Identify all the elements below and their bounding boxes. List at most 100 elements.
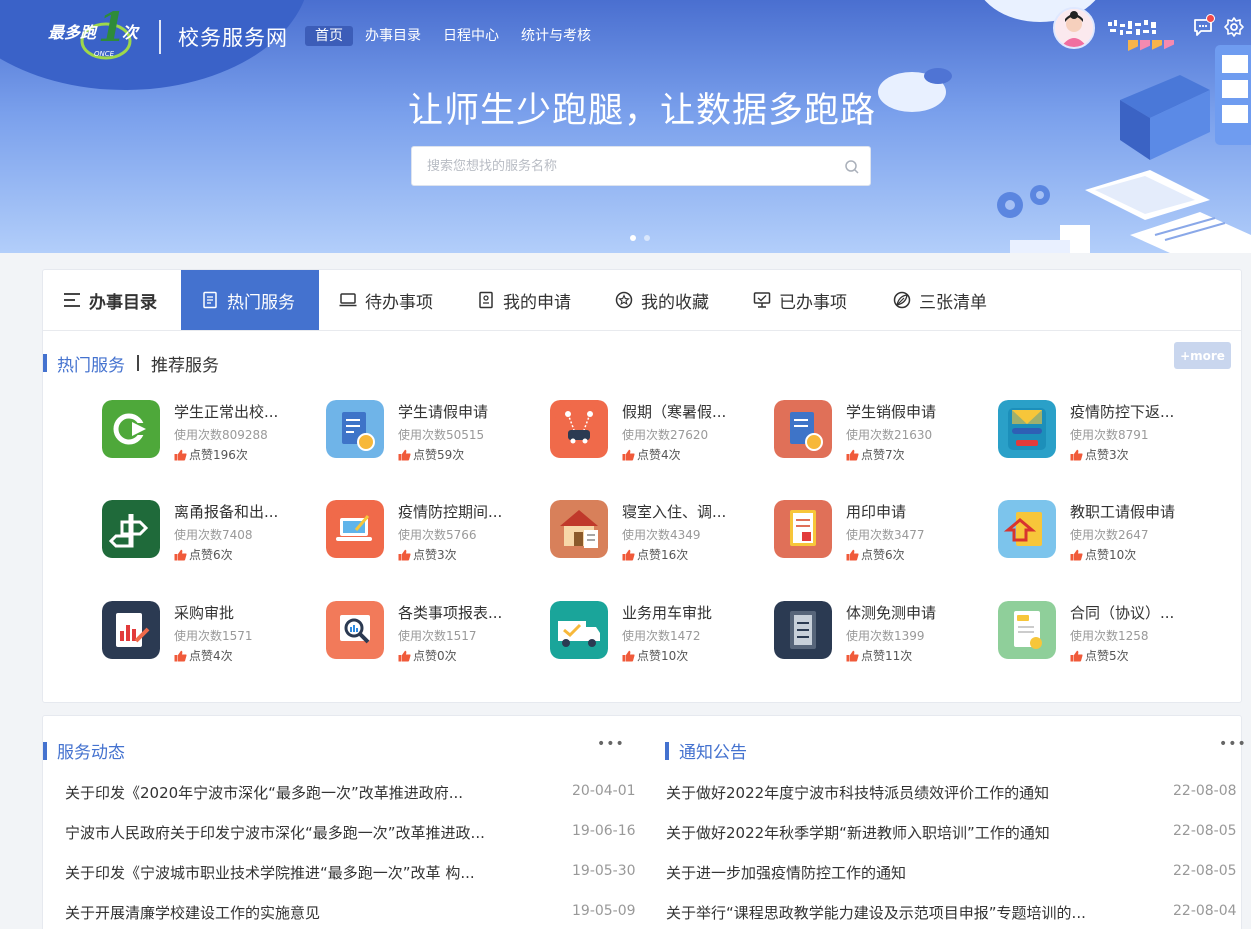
news-item[interactable]: 宁波市人民政府关于印发宁波市深化“最多跑一次”改革推进政... — [65, 822, 485, 843]
message-badge — [1206, 14, 1215, 23]
service-likes-text: 点赞0次 — [413, 649, 457, 663]
service-item[interactable]: 离甬报备和出... 使用次数7408 点赞6次 — [102, 500, 322, 562]
thumb-up-icon — [398, 449, 411, 460]
tab-catalog-label: 办事目录 — [89, 292, 157, 313]
star-icon — [615, 291, 633, 309]
notice-date: 22-08-05 — [1173, 823, 1237, 839]
news-panel: 服务动态 ••• 关于印发《2020年宁波市深化“最多跑一次”改革推进政府...… — [42, 715, 1246, 929]
service-likes-text: 点赞10次 — [1085, 548, 1137, 562]
seal-document-icon — [774, 500, 832, 558]
service-name: 各类事项报表... — [398, 604, 503, 622]
notice-item[interactable]: 关于举行“课程思政教学能力建设及示范项目申报”专题培训的... — [666, 902, 1086, 923]
thumb-up-icon — [622, 549, 635, 560]
service-name: 用印申请 — [846, 503, 907, 521]
news-date: 20-04-01 — [572, 783, 636, 799]
notice-more[interactable]: ••• — [1219, 736, 1247, 752]
notice-item[interactable]: 关于做好2022年秋季学期“新进教师入职培训”工作的通知 — [666, 822, 1050, 843]
service-likes-text: 点赞4次 — [189, 649, 233, 663]
service-item[interactable]: 业务用车审批 使用次数1472 点赞10次 — [550, 601, 770, 663]
service-likes: 点赞5次 — [1070, 647, 1129, 664]
service-name: 假期（寒暑假... — [622, 403, 727, 421]
tab-favorites[interactable]: 我的收藏 — [595, 270, 733, 330]
tab-my-applications-label: 我的申请 — [503, 292, 571, 313]
service-usage: 使用次数7408 — [174, 528, 253, 542]
service-item[interactable]: 教职工请假申请 使用次数2647 点赞10次 — [998, 500, 1218, 562]
user-name-mosaic[interactable] — [1108, 20, 1158, 36]
news-date: 19-05-30 — [572, 863, 636, 879]
search-icon[interactable] — [844, 159, 860, 175]
service-item[interactable]: 学生正常出校... 使用次数809288 点赞196次 — [102, 400, 322, 462]
notice-item[interactable]: 关于进一步加强疫情防控工作的通知 — [666, 862, 906, 883]
service-likes: 点赞16次 — [622, 546, 688, 563]
sub-tab-recommended[interactable]: 推荐服务 — [151, 351, 219, 376]
site-title: 校务服务网 — [178, 26, 288, 50]
service-usage: 使用次数1472 — [622, 629, 701, 643]
gear-icon[interactable] — [1223, 16, 1245, 38]
tab-todo[interactable]: 待办事项 — [319, 270, 457, 330]
service-likes-text: 点赞59次 — [413, 448, 465, 462]
tab-hot-services[interactable]: 热门服务 — [181, 270, 319, 330]
thumb-up-icon — [398, 650, 411, 661]
nav-statistics[interactable]: 统计与考核 — [511, 26, 601, 46]
service-likes: 点赞10次 — [622, 647, 688, 664]
main-nav: 首页 办事目录 日程中心 统计与考核 — [305, 26, 603, 46]
service-item[interactable]: 用印申请 使用次数3477 点赞6次 — [774, 500, 994, 562]
service-news-title: 服务动态 — [57, 743, 125, 763]
logo-text-left: 最多跑 — [48, 23, 98, 42]
news-item[interactable]: 关于开展清廉学校建设工作的实施意见 — [65, 902, 320, 923]
service-likes: 点赞11次 — [846, 647, 912, 664]
service-usage: 使用次数1399 — [846, 629, 925, 643]
menu-icon — [64, 293, 80, 307]
carousel-dot-1[interactable] — [630, 235, 636, 241]
service-likes-text: 点赞5次 — [1085, 649, 1129, 663]
search-input[interactable] — [412, 147, 832, 185]
service-item[interactable]: 假期（寒暑假... 使用次数27620 点赞4次 — [550, 400, 770, 462]
service-likes-text: 点赞10次 — [637, 649, 689, 663]
service-item[interactable]: 疫情防控期间... 使用次数5766 点赞3次 — [326, 500, 546, 562]
service-item[interactable]: 学生请假申请 使用次数50515 点赞59次 — [326, 400, 546, 462]
notice-item[interactable]: 关于做好2022年度宁波市科技特派员绩效评价工作的通知 — [666, 782, 1049, 803]
service-panel: 办事目录 热门服务 待办事项 我的申请 我的收藏 已办事项 三张清单 热门服务 — [42, 269, 1242, 703]
tab-done[interactable]: 已办事项 — [733, 270, 873, 330]
service-item[interactable]: 疫情防控下返... 使用次数8791 点赞3次 — [998, 400, 1218, 462]
dorm-house-icon — [550, 500, 608, 558]
service-name: 学生销假申请 — [846, 403, 937, 421]
service-item[interactable]: 学生销假申请 使用次数21630 点赞7次 — [774, 400, 994, 462]
service-news-more[interactable]: ••• — [597, 736, 625, 752]
sub-tab-bar: 热门服务 推荐服务 — [43, 351, 219, 376]
service-item[interactable]: 合同（协议）... 使用次数1258 点赞5次 — [998, 601, 1218, 663]
service-likes: 点赞3次 — [398, 546, 457, 563]
more-button[interactable]: +more — [1174, 342, 1231, 369]
tab-my-applications[interactable]: 我的申请 — [457, 270, 595, 330]
service-name: 学生正常出校... — [174, 403, 279, 421]
sub-tab-hot[interactable]: 热门服务 — [57, 351, 125, 376]
logo-sub: ONCE — [94, 50, 115, 58]
service-name: 教职工请假申请 — [1070, 503, 1176, 521]
nav-home[interactable]: 首页 — [305, 26, 353, 46]
service-item[interactable]: 各类事项报表... 使用次数1517 点赞0次 — [326, 601, 546, 663]
nav-schedule[interactable]: 日程中心 — [433, 26, 509, 46]
tab-three-lists[interactable]: 三张清单 — [873, 270, 1013, 330]
carousel-dots — [630, 235, 650, 241]
logo-divider — [159, 20, 161, 54]
nav-catalog[interactable]: 办事目录 — [355, 26, 431, 46]
thumb-up-icon — [174, 449, 187, 460]
notice-title: 通知公告 — [679, 743, 747, 763]
service-item[interactable]: 寝室入住、调... 使用次数4349 点赞16次 — [550, 500, 770, 562]
notice-date: 22-08-05 — [1173, 863, 1237, 879]
service-likes: 点赞0次 — [398, 647, 457, 664]
staff-leave-icon — [998, 500, 1056, 558]
carousel-dot-2[interactable] — [644, 235, 650, 241]
service-item[interactable]: 采购审批 使用次数1571 点赞4次 — [102, 601, 322, 663]
service-news: 服务动态 ••• 关于印发《2020年宁波市深化“最多跑一次”改革推进政府...… — [43, 716, 643, 929]
tab-catalog[interactable]: 办事目录 — [43, 270, 181, 330]
laptop-edit-icon — [326, 500, 384, 558]
news-item[interactable]: 关于印发《2020年宁波市深化“最多跑一次”改革推进政府... — [65, 782, 463, 803]
banner: 最多跑 1 次 ONCE 校务服务网 首页 办事目录 日程中心 统计与考核 让师… — [0, 0, 1251, 253]
logo[interactable]: 最多跑 1 次 ONCE — [46, 5, 152, 61]
road-sign-icon — [102, 500, 160, 558]
news-item[interactable]: 关于印发《宁波城市职业技术学院推进“最多跑一次”改革 构... — [65, 862, 475, 883]
service-item[interactable]: 体测免测申请 使用次数1399 点赞11次 — [774, 601, 994, 663]
contract-icon — [998, 601, 1056, 659]
service-likes-text: 点赞3次 — [1085, 448, 1129, 462]
